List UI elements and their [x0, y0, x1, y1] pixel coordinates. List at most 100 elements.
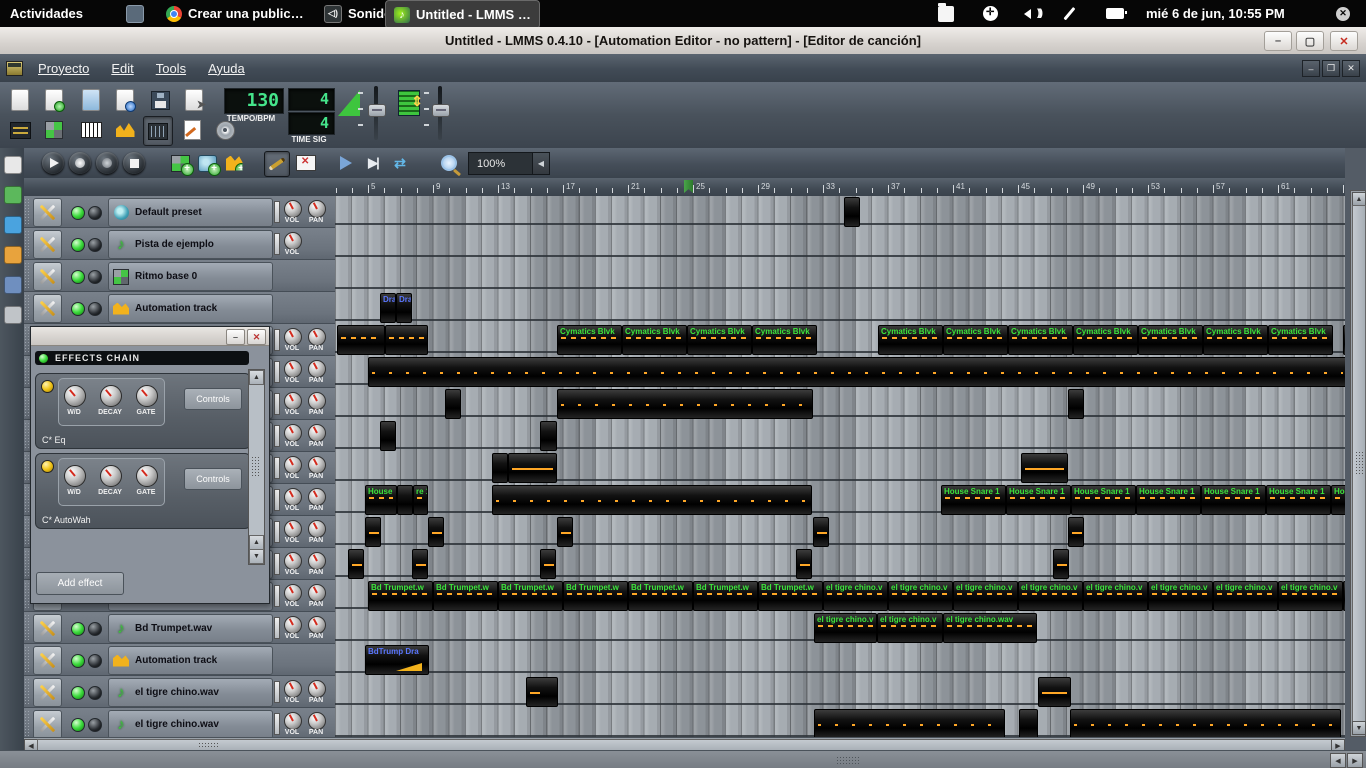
- toggle-fx-mixer-button[interactable]: [111, 116, 139, 144]
- pan-knob[interactable]: [308, 584, 326, 602]
- pattern-segment[interactable]: Bd Trumpet.w: [368, 581, 433, 611]
- pattern-segment[interactable]: Cymatics Blvk: [622, 325, 687, 355]
- pattern-segment[interactable]: House Snare 1: [1201, 485, 1266, 515]
- pattern-segment[interactable]: House Snare 1: [1071, 485, 1136, 515]
- pattern-segment[interactable]: Cymatics Blvk: [1268, 325, 1333, 355]
- pattern-segment[interactable]: el tigre chino.v: [1213, 581, 1278, 611]
- pattern-segment[interactable]: House Snare 1: [1136, 485, 1201, 515]
- pattern-segment[interactable]: [492, 453, 508, 483]
- status-menu[interactable]: ✕: [1336, 0, 1350, 27]
- sidebar-item-home-icon[interactable]: [4, 276, 22, 294]
- track-mute-led[interactable]: [71, 270, 85, 284]
- track-solo-led[interactable]: [88, 654, 102, 668]
- pattern-segment[interactable]: Dra: [380, 293, 396, 323]
- export-project-button[interactable]: ➤: [180, 86, 208, 114]
- track-name-button[interactable]: Automation track: [108, 294, 273, 323]
- files-indicator[interactable]: [938, 0, 954, 27]
- pattern-segment[interactable]: [844, 197, 860, 227]
- pattern-segment[interactable]: [397, 485, 413, 515]
- track-name-button[interactable]: ♪ Bd Trumpet.wav: [108, 614, 273, 643]
- window-maximize-button[interactable]: ▢: [1296, 31, 1324, 51]
- sidebar-item-instruments-icon[interactable]: [4, 156, 22, 174]
- pattern-segment[interactable]: Cymatics Blvk: [752, 325, 817, 355]
- pattern-segment[interactable]: [540, 549, 556, 579]
- pattern-segment[interactable]: el tigre chino.v: [1148, 581, 1213, 611]
- add-sample-track-button[interactable]: [195, 151, 221, 176]
- decay-knob[interactable]: [100, 465, 122, 487]
- track-actions-button[interactable]: [33, 198, 62, 227]
- pattern-segment[interactable]: House: [365, 485, 397, 515]
- pattern-segment[interactable]: BdTrump Dra: [365, 645, 429, 675]
- import-project-button[interactable]: [111, 86, 139, 114]
- workspace-scroll-right-button[interactable]: ▶: [1347, 753, 1363, 768]
- pattern-segment[interactable]: Bd Trumpet.w: [693, 581, 758, 611]
- track-name-button[interactable]: Automation track: [108, 646, 273, 675]
- pan-knob[interactable]: [308, 200, 326, 218]
- track-solo-led[interactable]: [88, 686, 102, 700]
- pattern-segment[interactable]: re 1: [413, 485, 428, 515]
- activities-button[interactable]: Actividades: [10, 0, 83, 27]
- open-project-button[interactable]: [40, 86, 68, 114]
- pattern-segment[interactable]: el tigre chino.v: [823, 581, 888, 611]
- tray-window-icon[interactable]: [126, 0, 144, 27]
- mdi-restore-button[interactable]: ❐: [1322, 60, 1340, 77]
- pan-knob[interactable]: [308, 456, 326, 474]
- vscroll-up-button[interactable]: ▲: [1352, 192, 1366, 206]
- track-actions-button[interactable]: [33, 262, 62, 291]
- track-solo-led[interactable]: [88, 206, 102, 220]
- toggle-song-editor-button[interactable]: [6, 116, 34, 144]
- volume-knob[interactable]: [284, 520, 302, 538]
- input-pen-indicator[interactable]: [1063, 0, 1076, 27]
- track-solo-led[interactable]: [88, 270, 102, 284]
- pattern-segment[interactable]: el tigre chino.v: [888, 581, 953, 611]
- effects-panel-close-button[interactable]: ✕: [247, 329, 266, 345]
- volume-knob[interactable]: [284, 712, 302, 730]
- track-mute-led[interactable]: [71, 206, 85, 220]
- wet-dry-knob[interactable]: [64, 385, 86, 407]
- pattern-segment[interactable]: [557, 389, 813, 419]
- track-mute-led[interactable]: [71, 718, 85, 732]
- effects-scroll-down-button[interactable]: ▼: [249, 549, 264, 564]
- pattern-segment[interactable]: [1070, 709, 1341, 737]
- pattern-segment[interactable]: [365, 517, 381, 547]
- gate-knob[interactable]: [136, 385, 158, 407]
- pattern-segment[interactable]: Cymatics Blvk: [687, 325, 752, 355]
- pattern-segment[interactable]: [1021, 453, 1068, 483]
- pattern-segment[interactable]: Bd Trumpet.w: [498, 581, 563, 611]
- sidebar-item-computer-icon[interactable]: [4, 306, 22, 324]
- volume-knob[interactable]: [284, 456, 302, 474]
- add-effect-button[interactable]: Add effect: [36, 572, 124, 595]
- gate-knob[interactable]: [136, 465, 158, 487]
- track-actions-button[interactable]: [33, 294, 62, 323]
- pattern-segment[interactable]: el tigre chino.v: [1018, 581, 1083, 611]
- pattern-segment[interactable]: Bd Trumpet.w: [758, 581, 823, 611]
- pan-knob[interactable]: [308, 680, 326, 698]
- track-drag-grip[interactable]: [24, 262, 30, 289]
- app-chrome[interactable]: Crear una public…: [158, 0, 312, 27]
- pattern-segment[interactable]: Cymatics Blvk: [557, 325, 622, 355]
- song-editor-hscrollbar[interactable]: ◀ ▶: [24, 737, 1345, 752]
- effects-chain-header[interactable]: EFFECTS CHAIN: [35, 351, 249, 365]
- menu-ayuda[interactable]: Ayuda: [197, 61, 256, 76]
- mdi-minimize-button[interactable]: –: [1302, 60, 1320, 77]
- jump-to-end-button[interactable]: ▶|: [361, 151, 385, 175]
- volume-knob[interactable]: [284, 328, 302, 346]
- effect-slot-autowah[interactable]: W/D DECAY GATE Controls C* AutoWah: [35, 453, 251, 529]
- track-solo-led[interactable]: [88, 718, 102, 732]
- effects-scroll-thumb[interactable]: [251, 456, 260, 478]
- pan-knob[interactable]: [308, 328, 326, 346]
- vscroll-thumb[interactable]: [1352, 205, 1366, 723]
- pan-knob[interactable]: [308, 360, 326, 378]
- pattern-segment[interactable]: House Snare 1: [1006, 485, 1071, 515]
- track-drag-grip[interactable]: [24, 198, 30, 225]
- pattern-segment[interactable]: [1068, 517, 1084, 547]
- pan-knob[interactable]: [308, 392, 326, 410]
- track-mute-led[interactable]: [71, 654, 85, 668]
- wet-dry-knob[interactable]: [64, 465, 86, 487]
- pan-knob[interactable]: [308, 552, 326, 570]
- pattern-segment[interactable]: el tigre chino.v: [1083, 581, 1148, 611]
- pattern-segment[interactable]: [385, 325, 428, 355]
- loop-points-button[interactable]: ⇄: [388, 151, 412, 175]
- pattern-segment[interactable]: [1053, 549, 1069, 579]
- timeline-ruler[interactable]: 591317212529333741454953576165: [335, 178, 1347, 196]
